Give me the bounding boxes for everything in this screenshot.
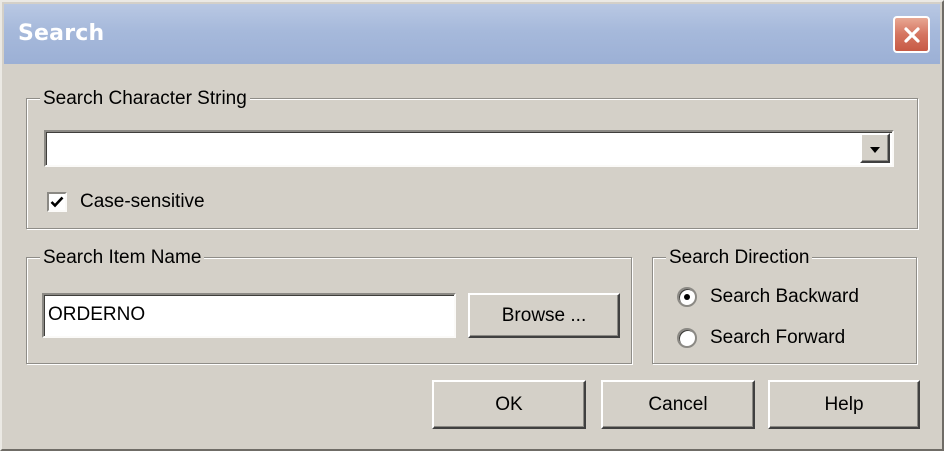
- close-icon: [902, 25, 922, 45]
- radio-selected-dot: [684, 294, 690, 300]
- help-button[interactable]: Help: [768, 380, 920, 429]
- search-string-combobox[interactable]: [44, 130, 894, 167]
- item-name-input[interactable]: ORDERNO: [42, 293, 456, 338]
- search-string-group-label: Search Character String: [40, 88, 250, 110]
- ok-button[interactable]: OK: [432, 380, 586, 429]
- checkmark-icon: [50, 193, 64, 212]
- search-backward-label[interactable]: Search Backward: [710, 286, 859, 308]
- item-name-value: ORDERNO: [48, 304, 146, 325]
- case-sensitive-label[interactable]: Case-sensitive: [80, 191, 205, 213]
- cancel-button[interactable]: Cancel: [601, 380, 755, 429]
- search-forward-label[interactable]: Search Forward: [710, 327, 845, 349]
- direction-group-label: Search Direction: [666, 247, 813, 269]
- case-sensitive-checkbox[interactable]: [47, 192, 67, 212]
- search-backward-radio[interactable]: [677, 287, 697, 307]
- search-dialog: Search Search Character String Case-sens…: [0, 0, 944, 451]
- browse-button[interactable]: Browse ...: [468, 293, 620, 338]
- chevron-down-icon: [869, 139, 881, 158]
- title-bar[interactable]: Search: [4, 4, 940, 64]
- search-forward-radio[interactable]: [677, 328, 697, 348]
- window-title: Search: [18, 21, 105, 46]
- close-button[interactable]: [893, 16, 930, 53]
- search-string-dropdown-button[interactable]: [860, 133, 890, 163]
- item-name-group-label: Search Item Name: [40, 247, 205, 269]
